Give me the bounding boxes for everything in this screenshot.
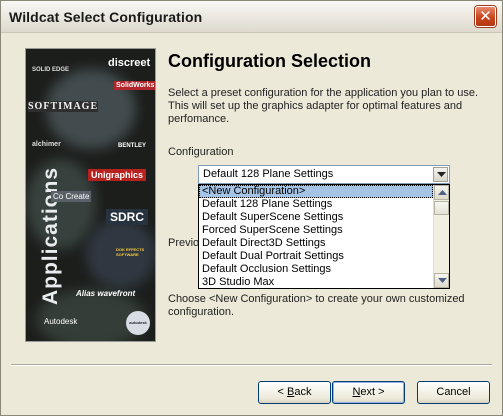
option-default-direct3d[interactable]: Default Direct3D Settings: [199, 237, 433, 250]
configuration-combobox[interactable]: Default 128 Plane Settings: [198, 165, 450, 184]
option-default-dual-portrait[interactable]: Default Dual Portrait Settings: [199, 250, 433, 263]
window-title: Wildcat Select Configuration: [9, 9, 203, 25]
option-3d-studio-max[interactable]: 3D Studio Max: [199, 276, 433, 288]
page-title: Configuration Selection: [168, 51, 372, 71]
configuration-label: Configuration: [168, 146, 234, 158]
back-button-label: ack: [294, 386, 312, 398]
divider: [11, 364, 492, 366]
configuration-dropdown-list[interactable]: <New Configuration> Default 128 Plane Se…: [198, 184, 450, 289]
cancel-button-label: Cancel: [436, 386, 471, 398]
hint-text: Choose <New Configuration> to create you…: [168, 293, 465, 318]
logo-cocreate: Co Create: [51, 191, 92, 202]
logo-alchimer: alchimer: [32, 141, 61, 148]
next-button[interactable]: Next >: [332, 381, 405, 404]
logo-solidworks: SolidWorks: [114, 81, 155, 90]
back-button[interactable]: < Back: [258, 381, 331, 404]
scroll-thumb[interactable]: [434, 201, 449, 215]
option-default-128-plane[interactable]: Default 128 Plane Settings: [199, 198, 433, 211]
logo-autodesk: Autodesk: [44, 317, 78, 326]
back-button-prefix: <: [277, 386, 287, 398]
option-forced-superscene[interactable]: Forced SuperScene Settings: [199, 224, 433, 237]
logo-dok-effects: DOK EFFECTS SOFTWARE: [116, 247, 145, 257]
logo-unigraphics: Unigraphics: [88, 169, 147, 181]
title-bar[interactable]: Wildcat Select Configuration ✕: [1, 1, 502, 33]
cancel-button[interactable]: Cancel: [417, 381, 490, 404]
scroll-down-button[interactable]: [434, 273, 449, 288]
configuration-selected-value: Default 128 Plane Settings: [203, 168, 334, 180]
next-button-label: ext >: [360, 386, 385, 398]
logo-softimage: SOFTIMAGE: [28, 101, 99, 112]
logo-sdrc: SDRC: [106, 209, 149, 225]
applications-image: Applications SOLID EDGE discreet SolidWo…: [25, 48, 156, 342]
applications-vertical-text: Applications: [39, 167, 62, 306]
option-new-configuration[interactable]: <New Configuration>: [199, 185, 433, 198]
logo-autodesk-circle: autodesk: [126, 311, 150, 335]
option-default-superscene[interactable]: Default SuperScene Settings: [199, 211, 433, 224]
dialog-window: Wildcat Select Configuration ✕ Applicati…: [0, 0, 503, 416]
scroll-up-button[interactable]: [434, 185, 449, 200]
option-default-occlusion[interactable]: Default Occlusion Settings: [199, 263, 433, 276]
logo-discreet: discreet: [108, 57, 151, 69]
chevron-down-icon: [437, 172, 446, 177]
dropdown-arrow-button[interactable]: [433, 167, 448, 182]
logo-alias-wavefront: Alias wavefront: [76, 289, 136, 298]
close-button[interactable]: ✕: [475, 6, 496, 27]
previous-text: Previo choos: [168, 237, 199, 249]
chevron-down-icon: [438, 278, 447, 283]
close-icon: ✕: [479, 8, 492, 25]
dropdown-scrollbar[interactable]: [433, 185, 449, 288]
logo-bentley: BENTLEY: [118, 143, 147, 149]
intro-text: Select a preset configuration for the ap…: [168, 87, 479, 125]
chevron-up-icon: [438, 190, 447, 195]
logo-solid-edge: SOLID EDGE: [32, 67, 70, 73]
